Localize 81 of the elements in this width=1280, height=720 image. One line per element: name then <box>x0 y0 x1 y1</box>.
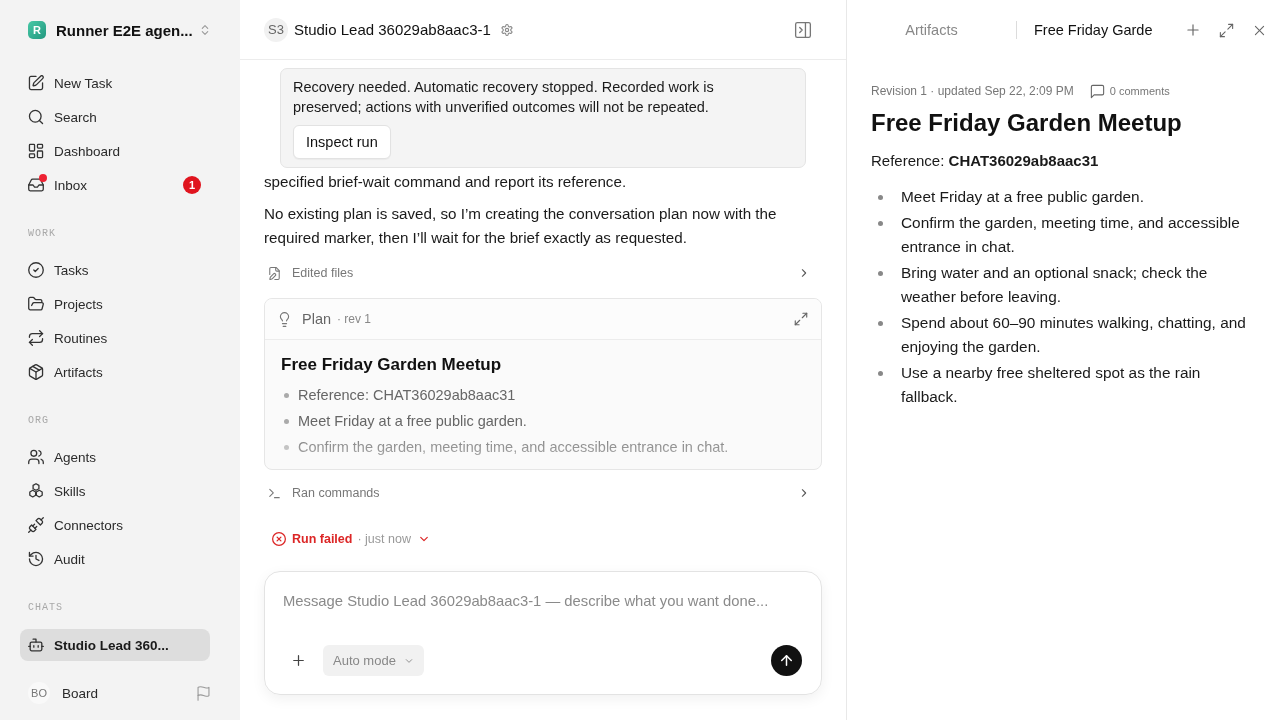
panel-toggle-icon[interactable] <box>794 20 812 39</box>
user-avatar: BO <box>28 682 50 704</box>
assistant-message: No existing plan is saved, so I’m creating the conversation plan now with the required marker, then I’ll wait for the brief exactly as requested. <box>264 204 778 248</box>
section-heading: ORG <box>28 414 50 428</box>
edit-icon <box>28 75 44 91</box>
bullet-icon <box>284 444 289 450</box>
lightbulb-icon <box>277 311 292 327</box>
nav-item[interactable]: Tasks <box>20 253 210 287</box>
user-name[interactable]: Board <box>62 685 99 701</box>
send-button[interactable] <box>771 645 802 676</box>
workspace-logo: R <box>28 21 46 39</box>
chat-item[interactable]: Studio Lead 360... <box>20 629 210 661</box>
bullet-icon <box>878 371 883 376</box>
inbox-icon <box>28 177 44 193</box>
expand-icon[interactable] <box>794 312 808 326</box>
nav-item[interactable]: New Task <box>20 66 210 100</box>
nav-item[interactable]: Routines <box>20 321 210 355</box>
nav-item[interactable]: Skills <box>20 474 210 508</box>
message-field[interactable]: Message Studio Lead 36029ab8aac3-1 — describe what you want done... <box>283 590 802 612</box>
workspace-name[interactable]: Runner E2E agen... <box>56 21 193 39</box>
plan-label: Plan <box>302 311 332 327</box>
list-item: Use a nearby free sheltered spot as the rain fallback. <box>901 363 1202 407</box>
edited-files-toggle[interactable]: Edited files <box>264 258 822 288</box>
bullet-icon <box>878 271 883 276</box>
expand-icon[interactable] <box>1219 22 1234 38</box>
tab[interactable]: Free Friday Garde <box>1017 14 1153 46</box>
nav-item[interactable]: Connectors <box>20 508 210 542</box>
users-icon <box>28 449 44 465</box>
grid-icon <box>28 143 44 159</box>
bullet-icon <box>878 321 883 326</box>
nav-item[interactable]: Agents <box>20 440 210 474</box>
revision-label: · rev 1 <box>337 312 372 326</box>
assistant-message: specified brief-wait command and report its reference. <box>264 172 628 192</box>
nav-item[interactable]: Audit <box>20 542 210 576</box>
comment-icon[interactable] <box>1089 83 1105 99</box>
nav-item[interactable]: Dashboard <box>20 134 210 168</box>
plan-item: Meet Friday at a free public garden. <box>298 413 527 429</box>
section-heading: WORK <box>28 227 57 241</box>
count-badge: 1 <box>183 176 201 194</box>
inspect-run-button[interactable]: Inspect run <box>293 125 391 159</box>
reference-line: Reference: CHAT36029ab8aac31 <box>871 151 1100 171</box>
history-icon <box>28 551 44 567</box>
artifact-title: Free Friday Garden Meetup <box>871 108 1183 138</box>
list-item: Bring water and an optional snack; check the weather before leaving. <box>901 263 1209 307</box>
list-item: Spend about 60–90 minutes walking, chatting, and enjoying the garden. <box>901 313 1247 357</box>
bullet-icon <box>284 392 289 398</box>
agent-avatar: S3 <box>264 17 288 42</box>
nav-item[interactable]: Search <box>20 100 210 134</box>
run-status[interactable]: Run failed <box>292 532 353 546</box>
plan-item: Confirm the garden, meeting time, and accessible entrance in chat. <box>298 439 729 455</box>
nav-item[interactable]: Projects <box>20 287 210 321</box>
bullet-icon <box>284 418 289 424</box>
plus-icon <box>290 653 306 668</box>
check-circle-icon <box>28 262 44 278</box>
recovery-message: Recovery needed. Automatic recovery stopped. Recorded work is preserved; actions with unverified outcomes will not be repeated. <box>293 78 715 117</box>
list-item: Confirm the garden, meeting time, and accessible entrance in chat. <box>901 213 1241 257</box>
bullet-icon <box>878 221 883 226</box>
ran-commands-toggle[interactable]: Ran commands <box>264 478 822 508</box>
nav-item[interactable]: Inbox 1 <box>20 168 210 202</box>
list-item: Meet Friday at a free public garden. <box>901 187 1144 207</box>
plug-icon <box>28 517 44 533</box>
tab[interactable]: Artifacts <box>847 14 1016 46</box>
run-time: · just now <box>357 532 411 546</box>
plan-item: Reference: CHAT36029ab8aac31 <box>298 387 516 403</box>
robot-icon <box>28 637 44 653</box>
hexagons-icon <box>28 483 44 499</box>
comments-count[interactable]: 0 comments <box>1109 85 1170 97</box>
box-icon <box>28 364 44 380</box>
file-edit-icon <box>268 266 281 280</box>
search-icon <box>28 109 44 125</box>
revision-meta: Revision 1 · updated Sep 22, 2:09 PM <box>871 84 1074 98</box>
repeat-icon <box>28 330 44 346</box>
bullet-icon <box>878 195 883 200</box>
section-heading: CHATS <box>28 601 64 615</box>
plan-title: Free Friday Garden Meetup <box>281 354 503 376</box>
settings-icon[interactable] <box>500 23 513 36</box>
chat-title: Studio Lead 36029ab8aac3-1 <box>294 21 491 38</box>
x-circle-icon <box>272 532 286 546</box>
folder-icon <box>28 296 44 312</box>
nav-item[interactable]: Artifacts <box>20 355 210 389</box>
terminal-icon <box>268 486 281 500</box>
